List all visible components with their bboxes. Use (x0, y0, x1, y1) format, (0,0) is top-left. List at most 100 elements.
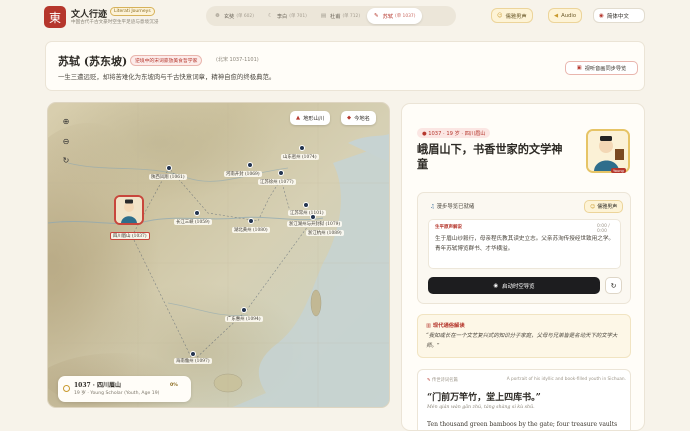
place-label: 江苏常州 (1101) (288, 210, 326, 216)
place-names-toggle[interactable]: ◆ 今地名 (341, 111, 376, 125)
tag-icon: ◆ (347, 115, 352, 121)
interp-title: ▥ 现代通俗解读 (426, 321, 465, 329)
language-select[interactable]: ◉ 简体中文 (593, 8, 645, 23)
place-label: 浙江湖州与开封狱 (1079) (287, 221, 343, 227)
top-bar: 東 文人行迹 Literati Journeys 中国古代千古文豪时空生平足迹与… (0, 0, 690, 34)
app-subtitle: 中国古代千古文豪时空生平足迹与意境沉浸 (71, 20, 159, 25)
tab-count: (单 712) (342, 14, 361, 19)
av-guide-button[interactable]: ▣ 视听音画同步导览 (565, 61, 638, 75)
map-marker[interactable] (241, 307, 247, 313)
zoom-in-icon: ⊕ (62, 116, 70, 126)
chapter-title: 峨眉山下，书香世家的文学神童 (417, 142, 563, 171)
terrain-toggle[interactable]: ▲ 地形山川 (290, 111, 331, 125)
scroll-icon: ▤ (320, 13, 327, 19)
mountain-icon: ▲ (296, 115, 301, 121)
current-position-avatar[interactable] (114, 195, 144, 225)
terrain-label: 地形山川 (303, 116, 325, 122)
status-year-place: 1037 · 四川眉山 (74, 382, 121, 389)
subtitle-label: 生平原声解说 (435, 225, 462, 230)
poem-source-text: 传世诗词名篇 (431, 378, 458, 383)
places-label: 今地名 (354, 116, 370, 122)
progress-percent: 0% (170, 383, 178, 388)
guide-label: 视听音画同步导览 (584, 65, 627, 72)
place-label: 长江三峡 (1059) (174, 219, 212, 225)
voice-select-button[interactable]: ☺ 儒雅男声 (491, 8, 533, 23)
tab-label: 苏轼 (382, 13, 394, 20)
scholar-icon: ☺ (497, 12, 503, 19)
moon-icon: ☾ (267, 13, 273, 19)
place-label: 浙江杭州 (1089) (306, 230, 344, 236)
map-status-card: 1037 · 四川眉山 19 岁 · Young Scholar (Youth,… (58, 376, 191, 402)
voice-label: 儒雅男声 (505, 13, 527, 20)
interp-title-text: 现代通俗解读 (432, 323, 465, 329)
audio-toggle-button[interactable]: ◀ Audio (548, 8, 583, 23)
subtitle-text: 生于眉山纱縠行，母亲程氏教其读史立志。父亲苏洵传授经世致用之学。青年苏轼博览群书… (435, 236, 615, 252)
age-tag: Young (611, 168, 626, 173)
poet-header: 苏轼 (苏东坡) 逆境中的宋词豪放美食哲学家 (北宋 1037-1101) 一生… (45, 41, 645, 91)
restart-icon: ↻ (610, 281, 617, 290)
voice-label: 儒雅男声 (597, 204, 618, 210)
zoom-out-button[interactable]: ⊖ (58, 133, 74, 149)
logo[interactable]: 東 (44, 6, 66, 28)
tab-label: 玄奘 (223, 13, 235, 20)
audio-status-text: 漫步导览已就绪 (436, 204, 475, 210)
book-icon: ▥ (426, 323, 433, 329)
place-label: 陕西凤翔 (1061) (149, 174, 187, 180)
tab-label: 李白 (276, 13, 288, 20)
poet-name: 苏轼 (苏东坡) (58, 55, 128, 68)
tab-xuanzang[interactable]: ☸ 玄奘 (单 602) (208, 8, 261, 24)
badge-text: 1037 · 19 岁 · 四川眉山 (428, 130, 486, 137)
modern-interpretation: ▥ 现代通俗解读 “我如或长在一个文艺复兴式的知识分子家庭，父母与兄弟皆是名动天… (417, 314, 631, 358)
place-label: 河南开封 (1069) (224, 171, 262, 177)
tab-dufu[interactable]: ▤ 杜甫 (单 712) (314, 8, 367, 24)
restart-audio-button[interactable]: ↻ (605, 277, 622, 294)
journey-map[interactable]: ⊕ ⊖ ↻ ▲ 地形山川 ◆ 今地名 陕西凤翔 (1061) 河南开封 (106… (47, 102, 390, 408)
reset-icon: ↻ (62, 155, 70, 165)
bamboo-icon: ✎ (374, 13, 379, 19)
story-panel: ● 1037 · 19 岁 · 四川眉山 峨眉山下，书香世家的文学神童 Youn… (401, 103, 645, 431)
tab-sushi[interactable]: ✎ 苏轼 (单 1037) (367, 8, 423, 24)
place-label: 湖北黄州 (1080) (232, 227, 270, 233)
audio-guide-card: ♫ 漫步导览已就绪 ☺ 儒雅男声 生平原声解说 0:00 / 0:00 生于眉山… (417, 192, 631, 304)
poet-portrait (586, 129, 630, 173)
language-label: 简体中文 (606, 13, 629, 20)
place-label: 江苏徐州 (1077) (258, 179, 296, 185)
map-marker[interactable] (247, 162, 253, 168)
reset-view-button[interactable]: ↻ (58, 152, 74, 168)
poem-source: ✎ 传世诗词名篇 (427, 377, 458, 383)
subtitle-box: 生平原声解说 0:00 / 0:00 生于眉山纱縠行，母亲程氏教其读史立志。父亲… (428, 219, 621, 269)
speaker-icon: ◀ (554, 12, 559, 19)
poet-years: (北宋 1037-1101) (216, 57, 259, 63)
monk-icon: ☸ (215, 13, 220, 19)
map-marker[interactable] (248, 218, 254, 224)
play-label: 启动时空导览 (502, 283, 535, 290)
audio-time: 0:00 / 0:00 (597, 224, 610, 234)
scholar-portrait-icon (116, 197, 142, 223)
place-label: 海南儋州 (1097) (174, 358, 212, 364)
tab-count: (单 1037) (395, 14, 416, 19)
status-subtitle: 19 岁 · Young Scholar (Youth, Age 19) (74, 391, 160, 396)
tab-label: 杜甫 (330, 13, 341, 20)
poem-translation: Ten thousand green bamboos by the gate; … (427, 421, 618, 428)
map-marker[interactable] (166, 165, 172, 171)
map-marker[interactable] (303, 202, 309, 208)
play-icon: ◉ (493, 282, 499, 289)
current-place-label: 四川眉山 (1037) (110, 232, 150, 240)
tab-libai[interactable]: ☾ 李白 (单 701) (261, 8, 314, 24)
map-marker[interactable] (278, 170, 284, 176)
start-tour-button[interactable]: ◉ 启动时空导览 (428, 277, 600, 294)
map-marker[interactable] (299, 145, 305, 151)
film-icon: ▣ (576, 65, 582, 71)
young-sushi-portrait-icon (588, 131, 628, 171)
poet-motto: 一生三遭远贬，却将苦难化为东坡肉与千古快意词章，精神自愈的终极典范。 (58, 73, 276, 81)
map-marker[interactable] (310, 214, 316, 220)
zoom-in-button[interactable]: ⊕ (58, 113, 74, 129)
tab-count: (单 701) (289, 14, 307, 19)
poet-tabs: ☸ 玄奘 (单 602) ☾ 李白 (单 701) ▤ 杜甫 (单 712) ✎… (206, 6, 456, 26)
map-marker[interactable] (190, 351, 196, 357)
timeline-icon (63, 385, 70, 392)
map-marker[interactable] (194, 210, 200, 216)
voice-select-button[interactable]: ☺ 儒雅男声 (584, 200, 624, 213)
terrain-layer (48, 103, 389, 407)
audio-status: ♫ 漫步导览已就绪 (430, 202, 474, 210)
